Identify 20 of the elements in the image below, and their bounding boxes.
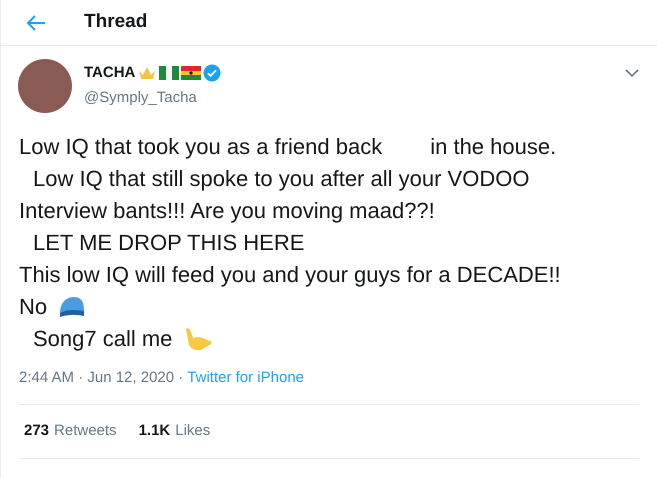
- display-name[interactable]: TACHA: [84, 62, 136, 84]
- stat-link[interactable]: 1.1K Likes: [138, 420, 210, 442]
- back-arrow-icon[interactable]: [26, 14, 46, 32]
- chevron-down-icon[interactable]: [625, 69, 639, 78]
- tweet-text-line: Song7 call me: [33, 325, 172, 353]
- username[interactable]: @Symply_Tacha: [84, 86, 197, 109]
- crown-icon: [137, 65, 158, 82]
- flag-icon: [159, 66, 180, 80]
- tweet-text-line: LET ME DROP THIS HERE: [33, 229, 304, 257]
- avatar[interactable]: [18, 59, 72, 113]
- flag-icon: [181, 66, 202, 80]
- page-title: Thread: [84, 10, 148, 34]
- tweet-timestamp: 2:44 AM · Jun 12, 2020 ·: [19, 368, 184, 388]
- tweet-text-line: Low IQ that still spoke to you after all your VODOO: [33, 165, 530, 193]
- tweet-text-line: Low IQ that took you as a friend back: [19, 133, 382, 161]
- tweet-text-line: This low IQ will feed you and your guys for a DECADE!!: [19, 261, 561, 289]
- stat-link[interactable]: 273 Retweets: [24, 420, 117, 442]
- tweet-text-line: Interview bants!!! Are you moving maad??!: [19, 197, 435, 225]
- tweet-text-line: No: [19, 293, 48, 321]
- tweet-text-line: in the house.: [430, 133, 556, 161]
